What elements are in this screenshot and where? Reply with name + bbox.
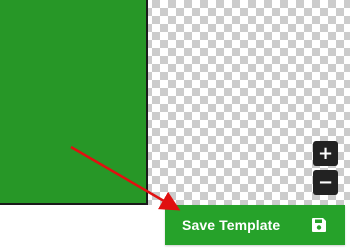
transparent-canvas[interactable] (0, 0, 350, 205)
save-template-label: Save Template (182, 217, 281, 233)
plus-icon: + (317, 143, 334, 164)
floppy-disk-icon (310, 216, 328, 234)
zoom-out-button[interactable]: − (313, 170, 338, 195)
editor-stage: + − Save Template (0, 0, 350, 250)
zoom-in-button[interactable]: + (313, 141, 338, 166)
minus-icon: − (317, 172, 334, 193)
template-panel[interactable] (0, 0, 148, 205)
save-template-button[interactable]: Save Template (165, 205, 345, 245)
